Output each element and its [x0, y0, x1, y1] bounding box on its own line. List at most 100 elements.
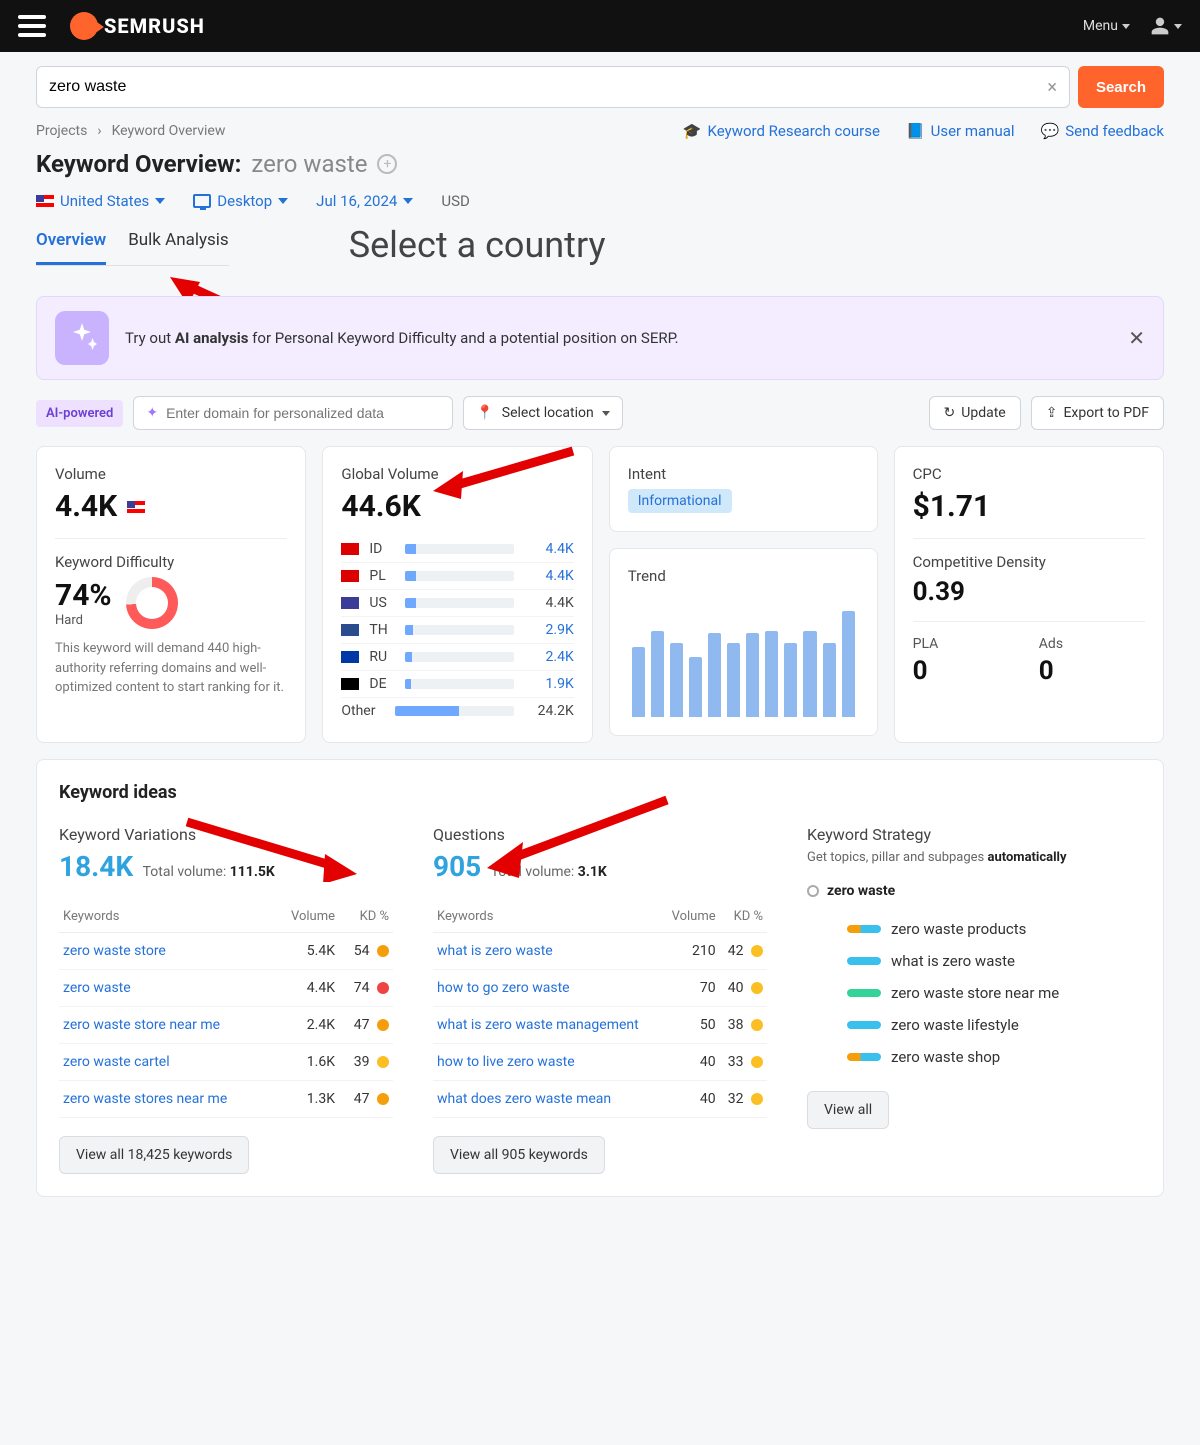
search-button[interactable]: Search — [1078, 66, 1164, 108]
kd-dot-icon — [751, 945, 763, 957]
add-icon[interactable]: + — [377, 154, 397, 174]
menu-dropdown[interactable]: Menu — [1083, 18, 1130, 34]
country-filter[interactable]: United States — [36, 192, 165, 210]
update-button[interactable]: ↻Update — [929, 396, 1021, 430]
tab-overview[interactable]: Overview — [36, 224, 106, 265]
variations-count: 18.4K — [59, 850, 133, 883]
trend-bar — [823, 643, 836, 717]
refresh-icon: ↻ — [944, 405, 956, 421]
page-keyword: zero waste — [251, 150, 367, 178]
ads-label: Ads — [1039, 636, 1145, 652]
feedback-link[interactable]: 💬Send feedback — [1041, 122, 1164, 140]
chevron-right-icon: › — [97, 123, 101, 139]
domain-input-wrap[interactable]: ✦ — [133, 396, 453, 430]
trend-bar — [670, 643, 683, 717]
kd-dot-icon — [377, 1019, 389, 1031]
country-code: RU — [369, 649, 395, 665]
keyword-volume: 70 — [663, 970, 720, 1007]
manual-link[interactable]: 📘User manual — [906, 122, 1015, 140]
keyword-link[interactable]: zero waste store — [63, 943, 166, 959]
cpc-label: CPC — [913, 465, 1145, 483]
trend-card: Trend — [609, 548, 878, 736]
variations-table: Keywords Volume KD % zero waste store 5.… — [59, 901, 393, 1118]
date-filter[interactable]: Jul 16, 2024 — [316, 192, 413, 210]
intent-badge: Informational — [628, 489, 732, 513]
country-volume: 24.2K — [524, 703, 574, 719]
view-all-strategy[interactable]: View all — [807, 1091, 889, 1129]
table-row: what does zero waste mean 40 32 — [433, 1081, 767, 1118]
keyword-link[interactable]: zero waste store near me — [63, 1017, 220, 1033]
global-country-row: PL 4.4K — [341, 563, 573, 590]
keyword-link[interactable]: zero waste cartel — [63, 1054, 170, 1070]
keyword-link[interactable]: zero waste — [63, 980, 131, 996]
keyword-kd: 38 — [720, 1007, 767, 1044]
country-code: US — [369, 595, 395, 611]
keyword-kd: 40 — [720, 970, 767, 1007]
menu-icon[interactable] — [18, 15, 46, 37]
chevron-down-icon — [155, 198, 165, 204]
global-country-row: Other 24.2K — [341, 698, 573, 724]
keyword-link[interactable]: what is zero waste — [437, 943, 553, 959]
book-icon: 📘 — [906, 122, 925, 140]
keyword-link[interactable]: what does zero waste mean — [437, 1091, 611, 1107]
cpc-card: CPC $1.71 Competitive Density 0.39 PLA 0… — [894, 446, 1164, 743]
intent-trend-col: Intent Informational Trend — [609, 446, 878, 743]
country-code: PL — [369, 568, 395, 584]
view-all-questions[interactable]: View all 905 keywords — [433, 1136, 605, 1174]
kd-dot-icon — [377, 1056, 389, 1068]
sparkle-icon — [55, 311, 109, 365]
questions-title: Questions — [433, 825, 767, 844]
keyword-link[interactable]: zero waste stores near me — [63, 1091, 227, 1107]
keyword-link[interactable]: what is zero waste management — [437, 1017, 639, 1033]
table-row: zero waste 4.4K 74 — [59, 970, 393, 1007]
country-code: ID — [369, 541, 395, 557]
keyword-ideas-card: Keyword ideas Keyword Variations 18.4K T… — [36, 759, 1164, 1197]
close-icon[interactable]: ✕ — [1128, 326, 1145, 350]
us-flag-icon — [127, 501, 145, 513]
keyword-kd: 39 — [339, 1044, 393, 1081]
tab-bulk[interactable]: Bulk Analysis — [128, 224, 229, 265]
trend-chart — [628, 597, 859, 717]
ai-chip: AI-powered — [36, 400, 123, 427]
domain-input[interactable] — [166, 405, 440, 421]
cd-label: Competitive Density — [913, 553, 1145, 571]
country-volume: 2.9K — [524, 622, 574, 638]
user-menu[interactable] — [1150, 16, 1182, 36]
trend-bar — [708, 633, 721, 717]
keyword-link[interactable]: how to go zero waste — [437, 980, 570, 996]
clear-icon[interactable]: × — [1047, 77, 1057, 98]
strategy-list: zero waste productswhat is zero wastezer… — [807, 913, 1141, 1073]
search-input[interactable] — [49, 78, 1047, 96]
banner-text: Try out AI analysis for Personal Keyword… — [125, 329, 1112, 347]
strategy-label: what is zero waste — [891, 952, 1015, 970]
search-box[interactable]: × — [36, 66, 1070, 108]
flag-icon — [341, 624, 359, 636]
table-row: zero waste cartel 1.6K 39 — [59, 1044, 393, 1081]
keyword-link[interactable]: how to live zero waste — [437, 1054, 575, 1070]
table-row: what is zero waste 210 42 — [433, 933, 767, 970]
breadcrumb-root[interactable]: Projects — [36, 123, 87, 139]
brand-logo[interactable]: SEMRUSH — [70, 12, 205, 40]
course-link[interactable]: 🎓Keyword Research course — [683, 122, 880, 140]
trend-bar — [632, 647, 645, 717]
questions-table: Keywords Volume KD % what is zero waste … — [433, 901, 767, 1118]
export-button[interactable]: ⇪Export to PDF — [1031, 396, 1164, 430]
trend-label: Trend — [628, 567, 859, 585]
pla-label: PLA — [913, 636, 1019, 652]
view-all-variations[interactable]: View all 18,425 keywords — [59, 1136, 249, 1174]
keyword-volume: 1.3K — [274, 1081, 339, 1118]
volume-bar — [405, 625, 513, 635]
keyword-kd: 42 — [720, 933, 767, 970]
country-volume: 4.4K — [524, 568, 574, 584]
global-label: Global Volume — [341, 465, 573, 483]
strategy-desc: Get topics, pillar and subpages automati… — [807, 850, 1141, 865]
header-area: Projects › Keyword Overview 🎓Keyword Res… — [0, 122, 1200, 278]
keyword-volume: 1.6K — [274, 1044, 339, 1081]
kd-dot-icon — [751, 1019, 763, 1031]
pill-icon — [847, 1021, 881, 1029]
strategy-item: zero waste products — [807, 913, 1141, 945]
location-select[interactable]: 📍 Select location — [463, 396, 622, 430]
upload-icon: ⇪ — [1046, 405, 1058, 421]
global-country-list: ID 4.4K PL 4.4K US 4.4K TH 2.9K RU 2.4K … — [341, 536, 573, 724]
device-filter[interactable]: Desktop — [193, 192, 288, 210]
